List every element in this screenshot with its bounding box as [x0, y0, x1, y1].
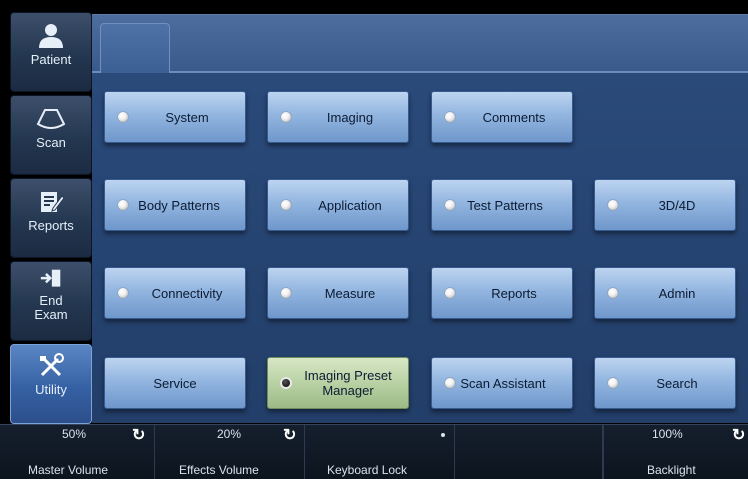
effects-volume-label: Effects Volume [179, 463, 259, 477]
sidebar-item-label: End Exam [34, 293, 68, 322]
tab-strip [92, 15, 748, 75]
imaging-preset-manager-button[interactable]: Imaging Preset Manager [267, 357, 409, 409]
keyboard-lock-control[interactable]: Keyboard Lock [305, 425, 455, 479]
effects-volume-value: 20% [217, 427, 242, 441]
comments-button[interactable]: Comments [431, 91, 573, 143]
exit-door-icon [40, 269, 61, 287]
backlight-control[interactable]: 100% ↻ Backlight [603, 425, 748, 479]
indicator-light [444, 377, 456, 389]
master-volume-control[interactable]: 50% ↻ Master Volume [0, 425, 155, 479]
backlight-label: Backlight [647, 463, 696, 477]
refresh-icon: ↻ [132, 427, 146, 444]
sidebar-item-patient[interactable]: Patient [10, 12, 92, 92]
probe-icon [36, 109, 66, 129]
search-button[interactable]: Search [594, 357, 736, 409]
refresh-icon: ↻ [283, 427, 297, 444]
effects-volume-control[interactable]: 20% ↻ Effects Volume [155, 425, 305, 479]
sidebar-item-label: Scan [36, 135, 66, 150]
refresh-icon: ↻ [732, 427, 746, 444]
tab-utility[interactable] [100, 23, 170, 75]
master-volume-label: Master Volume [28, 463, 109, 477]
sidebar-item-reports[interactable]: Reports [10, 178, 92, 258]
indicator-light [280, 111, 292, 123]
sidebar-item-label: Utility [35, 382, 67, 397]
measure-button[interactable]: Measure [267, 267, 409, 319]
master-volume-value: 50% [62, 427, 87, 441]
indicator-light [117, 199, 129, 211]
connectivity-button[interactable]: Connectivity [104, 267, 246, 319]
indicator-light [607, 377, 619, 389]
sidebar-item-label: Patient [30, 52, 72, 67]
indicator-dot [441, 433, 445, 437]
sidebar-item-scan[interactable]: Scan [10, 95, 92, 175]
person-icon [39, 24, 63, 48]
utility-panel: System Imaging Comments Body Patterns Ap… [92, 14, 748, 423]
report-edit-icon [41, 192, 65, 212]
test-patterns-button[interactable]: Test Patterns [431, 179, 573, 231]
sidebar-item-end-exam[interactable]: End Exam [10, 261, 92, 341]
3d-4d-button[interactable]: 3D/4D [594, 179, 736, 231]
sidebar: Patient Scan Reports End Exam Utility [10, 12, 92, 424]
system-button[interactable]: System [104, 91, 246, 143]
indicator-light [444, 287, 456, 299]
indicator-light [607, 199, 619, 211]
indicator-light [444, 111, 456, 123]
sidebar-item-utility[interactable]: Utility [10, 344, 92, 424]
body-patterns-button[interactable]: Body Patterns [104, 179, 246, 231]
indicator-light [444, 199, 456, 211]
indicator-light-on [280, 377, 292, 389]
empty-status-slot [455, 425, 603, 479]
indicator-light [280, 199, 292, 211]
imaging-button[interactable]: Imaging [267, 91, 409, 143]
backlight-value: 100% [652, 427, 683, 441]
button-label: Service [153, 375, 197, 391]
reports-button[interactable]: Reports [431, 267, 573, 319]
indicator-light [117, 287, 129, 299]
status-bar: 50% ↻ Master Volume 20% ↻ Effects Volume… [0, 424, 748, 479]
sidebar-item-label: Reports [28, 218, 74, 233]
indicator-light [117, 111, 129, 123]
indicator-light [280, 287, 292, 299]
service-button[interactable]: Service [104, 357, 246, 409]
admin-button[interactable]: Admin [594, 267, 736, 319]
scan-assistant-button[interactable]: Scan Assistant [431, 357, 573, 409]
keyboard-lock-label: Keyboard Lock [327, 463, 408, 477]
application-button[interactable]: Application [267, 179, 409, 231]
indicator-light [607, 287, 619, 299]
utility-button-grid: System Imaging Comments Body Patterns Ap… [92, 73, 748, 423]
tools-icon [40, 353, 64, 377]
